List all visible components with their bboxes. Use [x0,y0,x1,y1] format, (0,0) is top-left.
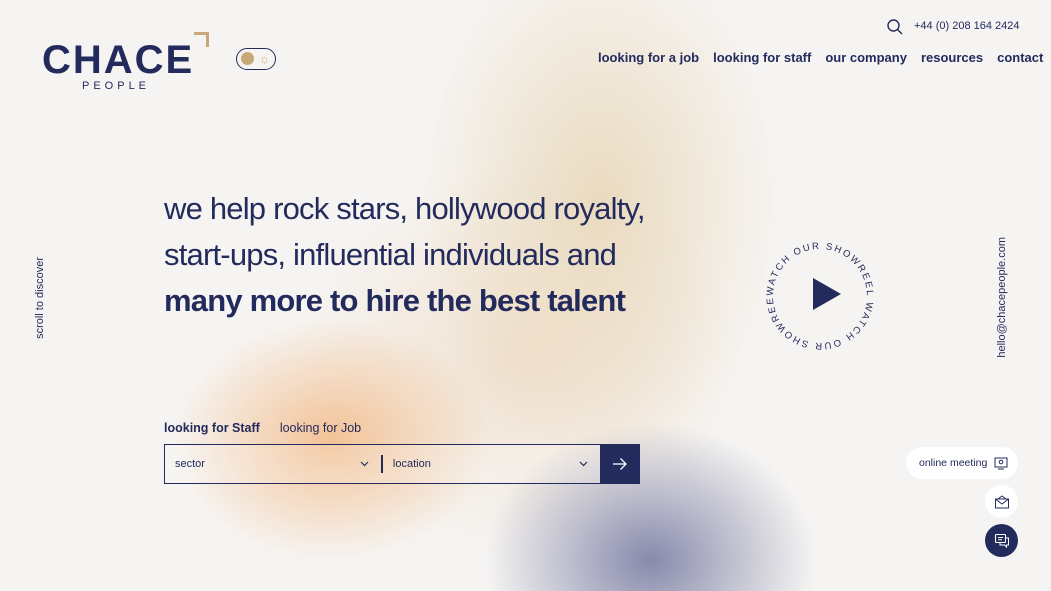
nav-looking-for-a-job[interactable]: looking for a job [598,50,699,65]
nav-resources[interactable]: resources [921,50,983,65]
logo[interactable]: CHACE PEOPLE [42,32,212,94]
chat-icon [994,533,1009,548]
arrow-right-icon [612,458,627,470]
chevron-down-icon [579,461,588,467]
sector-placeholder: sector [175,458,205,470]
search-form: sector location [164,444,640,484]
location-placeholder: location [392,458,431,470]
video-icon [994,457,1008,470]
play-icon [813,278,841,310]
phone-number[interactable]: +44 (0) 208 164 2424 [914,19,1020,33]
scroll-hint: scroll to discover [34,257,46,339]
sector-select[interactable]: sector [165,445,381,483]
chevron-down-icon [360,461,369,467]
search-submit-button[interactable] [600,445,639,483]
logo-corner-mark [194,32,209,47]
tab-looking-for-job[interactable]: looking for Job [280,421,361,435]
online-meeting-label: online meeting [919,457,988,469]
email-link[interactable]: hello@chacepeople.com [996,237,1008,358]
hero-line-1: we help rock stars, hollywood royalty, [164,191,646,226]
sun-icon: ☼ [259,52,270,66]
nav-looking-for-staff[interactable]: looking for staff [713,50,811,65]
nav-contact[interactable]: contact [997,50,1043,65]
nav-our-company[interactable]: our company [825,50,907,65]
logo-wordmark: CHACE [42,38,195,82]
theme-toggle[interactable]: ☼ [236,48,276,70]
main-nav: looking for a job looking for staff our … [598,50,1043,65]
mail-button[interactable] [985,485,1018,518]
toggle-knob [241,52,254,65]
search-icon[interactable] [886,18,904,36]
search-tabs: looking for Staff looking for Job [164,421,361,435]
chat-button[interactable] [985,524,1018,557]
online-meeting-button[interactable]: online meeting [906,447,1018,479]
hero-headline: we help rock stars, hollywood royalty, s… [164,186,684,324]
hero-line-2: start-ups, influential individuals and [164,237,617,272]
hero-line-3: many more to hire the best talent [164,283,626,318]
location-select[interactable]: location [383,445,600,483]
tab-looking-for-staff[interactable]: looking for Staff [164,421,260,435]
logo-subtitle: PEOPLE [82,80,151,92]
showreel-button[interactable]: WATCH OUR SHOWREEL WATCH OUR SHOWREEL [754,226,882,358]
mail-icon [994,494,1009,508]
